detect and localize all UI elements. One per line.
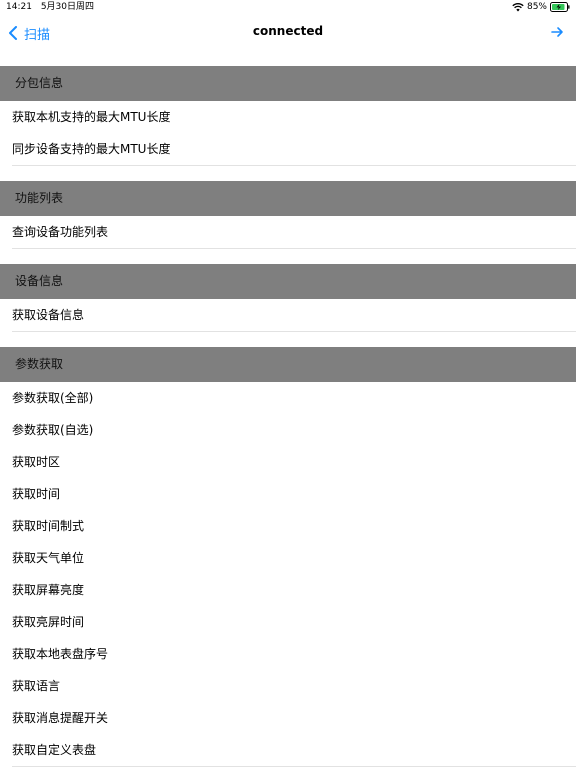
list-item[interactable]: 查询设备功能列表	[0, 216, 576, 249]
list-item[interactable]: 获取设备信息	[0, 299, 576, 332]
list-item[interactable]: 获取本地表盘序号	[0, 638, 576, 671]
list-item[interactable]: 参数获取(全部)	[0, 382, 576, 415]
status-right: 85%	[512, 0, 570, 14]
list-item[interactable]: 获取时区	[0, 446, 576, 479]
section-header-parameter-get: 参数获取	[0, 347, 576, 382]
section-spacer	[0, 248, 576, 264]
wifi-icon	[512, 3, 524, 12]
navigation-bar: 扫描 connected	[0, 18, 576, 48]
list-item[interactable]: 获取本机支持的最大MTU长度	[0, 101, 576, 134]
arrow-right-icon[interactable]	[550, 24, 564, 40]
battery-charging-icon	[550, 2, 570, 12]
status-date: 5月30日周四	[40, 2, 94, 12]
list-item[interactable]: 获取语言	[0, 670, 576, 703]
battery-percent: 85%	[526, 2, 547, 12]
list-item[interactable]: 同步设备支持的最大MTU长度	[0, 133, 576, 166]
list-item[interactable]: 获取时间制式	[0, 510, 576, 543]
list-item[interactable]: 获取亮屏时间	[0, 606, 576, 639]
section-header-device-info: 设备信息	[0, 264, 576, 299]
command-list: 分包信息 获取本机支持的最大MTU长度 同步设备支持的最大MTU长度 功能列表 …	[0, 66, 576, 767]
section-header-function-list: 功能列表	[0, 181, 576, 216]
section-header-packet-info: 分包信息	[0, 66, 576, 101]
list-item[interactable]: 获取自定义表盘	[0, 734, 576, 767]
section-spacer	[0, 165, 576, 181]
status-left: 14:21 5月30日周四	[6, 0, 100, 14]
status-bar: 14:21 5月30日周四 85%	[0, 0, 576, 14]
page-title: connected	[252, 24, 324, 38]
list-item[interactable]: 参数获取(自选)	[0, 414, 576, 447]
status-time: 14:21	[6, 2, 32, 12]
list-item[interactable]: 获取消息提醒开关	[0, 702, 576, 735]
section-spacer	[0, 331, 576, 347]
list-item[interactable]: 获取屏幕亮度	[0, 574, 576, 607]
list-item[interactable]: 获取天气单位	[0, 542, 576, 575]
list-item[interactable]: 获取时间	[0, 478, 576, 511]
